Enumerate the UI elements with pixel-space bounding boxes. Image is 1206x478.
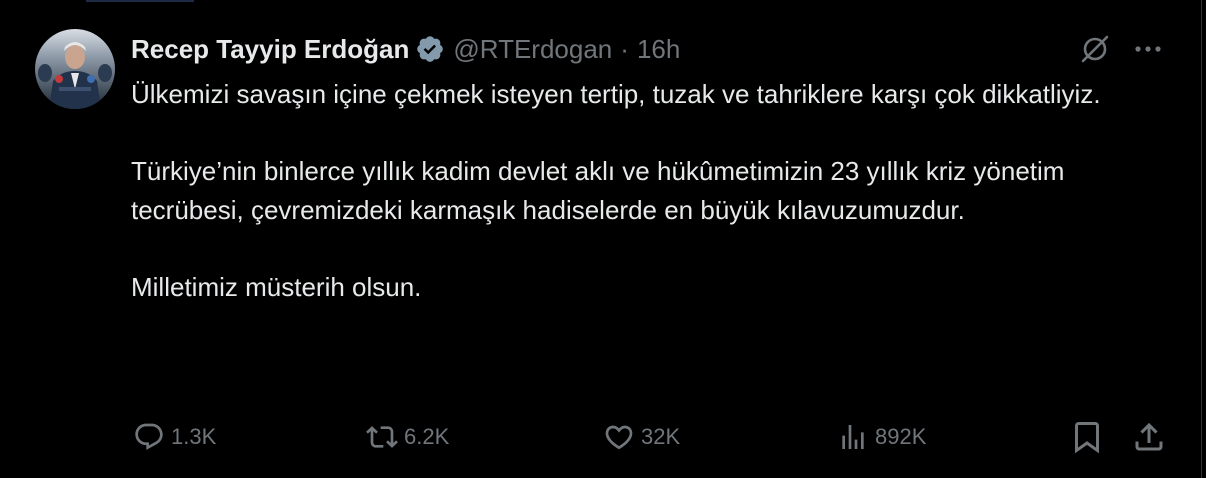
share-icon (1135, 422, 1163, 451)
reply-count: 1.3K (171, 424, 217, 449)
bookmark-icon (1075, 422, 1099, 454)
top-accent-strip (86, 0, 194, 2)
repost-icon (366, 426, 398, 448)
reply-button[interactable]: 1.3K (133, 419, 216, 455)
views-button[interactable]: 892K (837, 419, 926, 455)
views-icon (842, 425, 864, 449)
bookmark-button[interactable] (1069, 419, 1105, 455)
separator-dot: · (620, 33, 629, 64)
tweet-text: Ülkemizi savaşın içine çekmek isteyen te… (131, 75, 1161, 306)
reply-icon (135, 423, 163, 450)
like-button[interactable]: 32K (603, 419, 680, 455)
grok-icon[interactable] (1078, 32, 1112, 66)
avatar-image (35, 29, 115, 109)
avatar[interactable] (35, 29, 115, 109)
like-count: 32K (641, 424, 681, 449)
tweet-paragraph: Milletimiz müsterih olsun. (131, 271, 422, 302)
handle[interactable]: @RTErdogan (453, 34, 612, 65)
display-name[interactable]: Recep Tayyip Erdoğan (131, 34, 409, 65)
more-icon[interactable] (1131, 34, 1165, 64)
tweet-paragraph: Ülkemizi savaşın içine çekmek isteyen te… (131, 79, 1101, 109)
share-button[interactable] (1131, 419, 1167, 455)
timestamp[interactable]: 16h (637, 34, 680, 65)
repost-count: 6.2K (404, 424, 450, 449)
verified-badge-icon[interactable] (415, 34, 445, 64)
timeline-border (1201, 0, 1202, 478)
heart-icon (605, 425, 633, 450)
views-count: 892K (875, 424, 927, 449)
tweet-paragraph: Türkiye’nin binlerce yıllık kadim devlet… (131, 156, 1065, 225)
repost-button[interactable]: 6.2K (366, 419, 449, 455)
tweet-header: Recep Tayyip Erdoğan @RTErdogan · 16h (131, 31, 680, 67)
